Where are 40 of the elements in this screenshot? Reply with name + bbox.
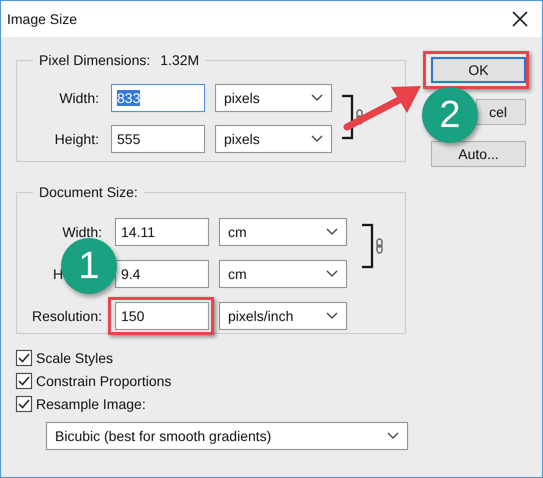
close-icon[interactable]	[512, 11, 528, 27]
checkbox[interactable]	[16, 396, 32, 412]
input-field[interactable]: 833	[111, 84, 205, 112]
field-label: Resolution:	[32, 308, 102, 324]
dialog-button[interactable]: OK	[431, 57, 526, 83]
checkbox[interactable]	[16, 373, 32, 389]
chevron-icon	[326, 228, 338, 236]
step-badge: 2	[422, 87, 478, 143]
unit-dropdown[interactable]: pixels	[215, 84, 332, 112]
unit-dropdown[interactable]: cm	[219, 218, 347, 246]
input-field[interactable]: 555	[111, 125, 205, 153]
unit-dropdown[interactable]: pixels/inch	[219, 302, 347, 330]
group-title: Pixel Dimensions:	[39, 52, 150, 68]
checkbox-label[interactable]: Scale Styles	[36, 350, 114, 366]
input-field[interactable]: 150	[115, 302, 209, 330]
chevron-icon	[326, 270, 338, 278]
checkbox-label[interactable]: Constrain Proportions	[36, 373, 172, 389]
dialog-button[interactable]: Auto...	[431, 141, 526, 167]
field-label: Width:	[62, 224, 102, 240]
chevron-icon	[311, 94, 323, 102]
input-field[interactable]: 14.11	[115, 218, 209, 246]
step-badge: 1	[61, 238, 117, 294]
resample-dropdown[interactable]: Bicubic (best for smooth gradients)	[46, 422, 408, 450]
link-icon	[341, 94, 365, 140]
pixel-count: 1.32M	[160, 52, 200, 68]
chevron-icon	[311, 135, 323, 143]
dialog-button[interactable]: cel	[476, 99, 526, 125]
checkbox[interactable]	[16, 350, 32, 366]
group-title: Document Size:	[39, 184, 138, 200]
chevron-icon	[387, 432, 399, 440]
checkbox-label[interactable]: Resample Image:	[36, 396, 146, 412]
field-label: Height:	[54, 131, 99, 147]
window-title: Image Size	[7, 11, 78, 27]
link-icon	[361, 223, 385, 269]
unit-dropdown[interactable]: cm	[219, 260, 347, 288]
field-label: Width:	[59, 90, 99, 106]
chevron-icon	[326, 312, 338, 320]
field-label: H	[53, 266, 64, 282]
unit-dropdown[interactable]: pixels	[215, 125, 332, 153]
input-field[interactable]: 9.4	[115, 260, 209, 288]
